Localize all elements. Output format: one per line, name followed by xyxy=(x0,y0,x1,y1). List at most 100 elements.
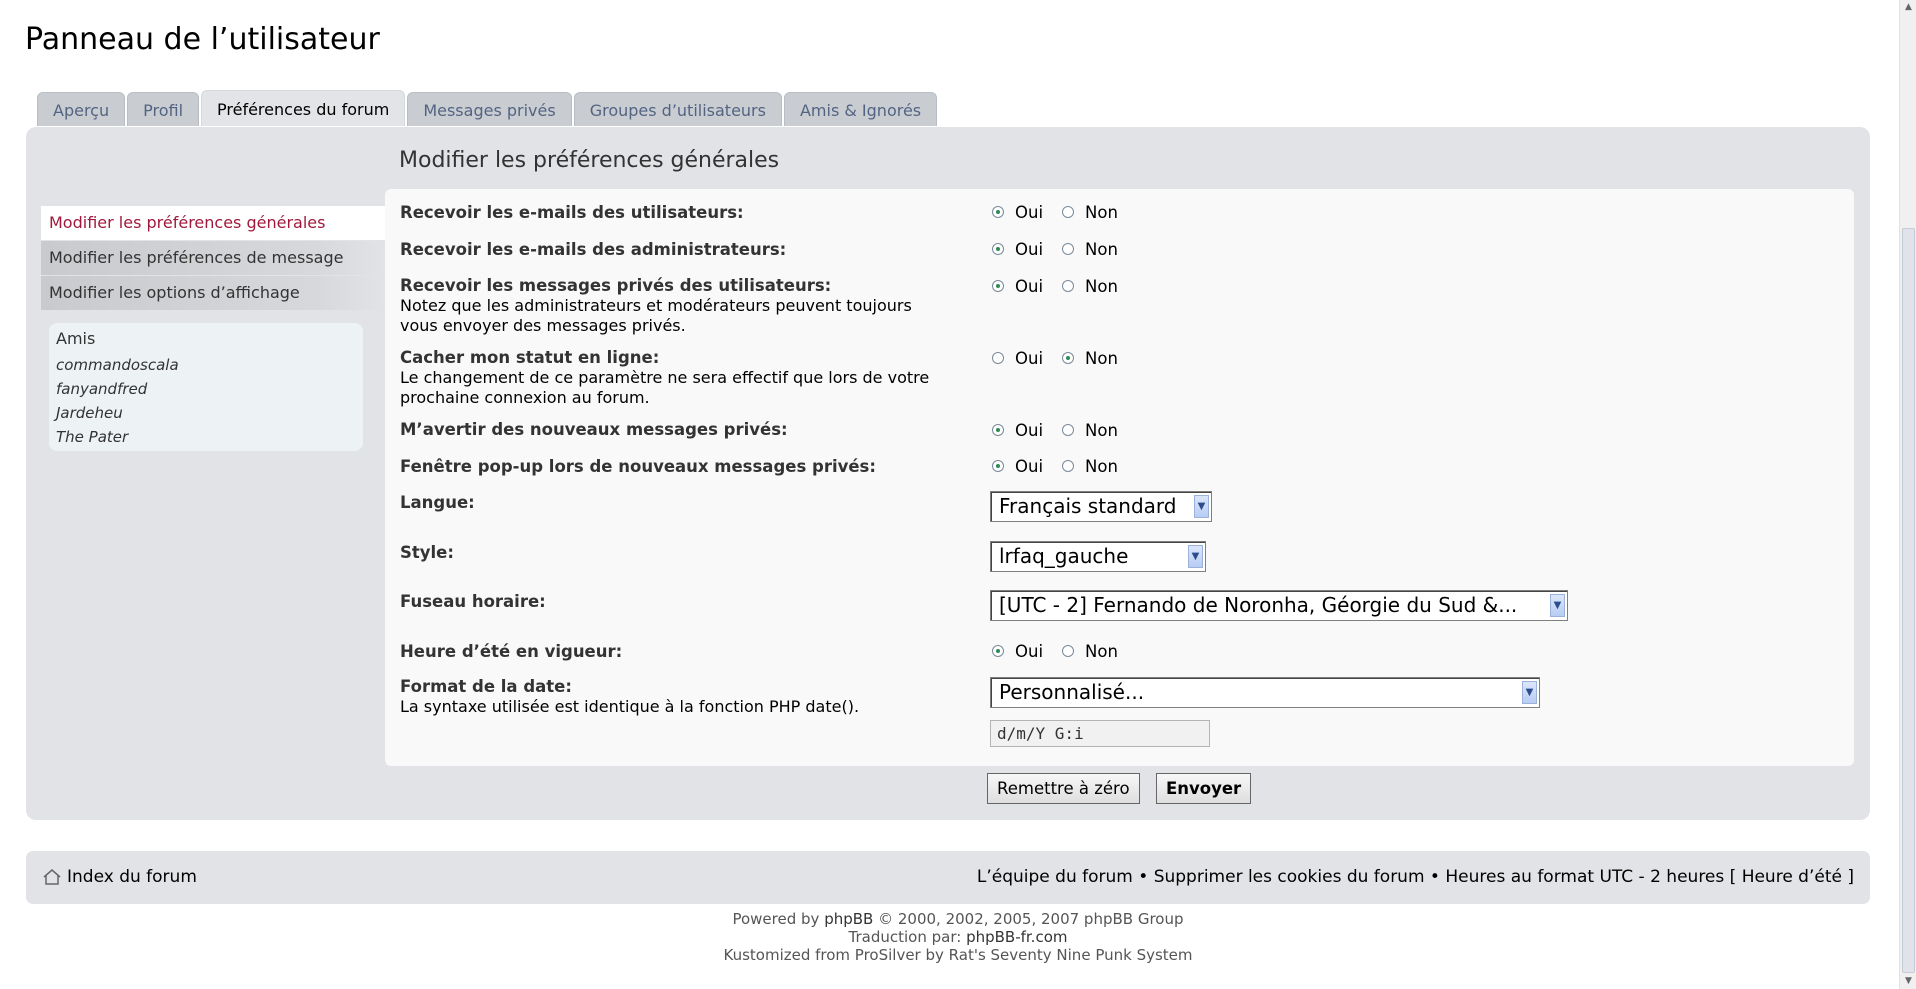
friend-link[interactable]: Jardeheu xyxy=(56,401,356,425)
language-select-value: Français standard xyxy=(999,494,1177,518)
radio-yes-label: Oui xyxy=(1015,456,1044,476)
translation-prefix: Traduction par: xyxy=(848,928,967,946)
tab-amis-ignores[interactable]: Amis & Ignorés xyxy=(783,92,938,126)
powered-prefix: Powered by xyxy=(732,910,825,928)
language-select[interactable]: Français standard ▼ xyxy=(990,491,1212,522)
radio-yes[interactable] xyxy=(992,424,1004,436)
tab-apercu[interactable]: Aperçu xyxy=(37,92,126,126)
timezone-select-value: [UTC - 2] Fernando de Noronha, Géorgie d… xyxy=(999,593,1518,617)
friends-title: Amis xyxy=(56,329,96,348)
label-receive-admin-emails: Recevoir les e-mails des administrateurs… xyxy=(400,240,787,259)
radio-yes-label: Oui xyxy=(1015,276,1044,296)
chevron-down-icon: ▼ xyxy=(1522,681,1537,704)
phpbb-fr-link[interactable]: phpBB-fr.com xyxy=(966,928,1067,946)
label-receive-user-emails: Recevoir les e-mails des utilisateurs: xyxy=(400,203,744,222)
radio-yes[interactable] xyxy=(992,352,1004,364)
radio-yes-label: Oui xyxy=(1015,202,1044,222)
delete-cookies-link[interactable]: Supprimer les cookies du forum xyxy=(1154,867,1425,887)
footer-links: L’équipe du forum • Supprimer les cookie… xyxy=(977,867,1854,887)
radio-yes[interactable] xyxy=(992,460,1004,472)
friend-link[interactable]: fanyandfred xyxy=(56,377,356,401)
sidebar-item-general-prefs[interactable]: Modifier les préférences générales xyxy=(41,206,385,240)
separator: • xyxy=(1132,867,1154,887)
tab-preferences[interactable]: Préférences du forum xyxy=(201,90,406,126)
radio-no-label: Non xyxy=(1085,641,1118,661)
radio-yes-label: Oui xyxy=(1015,348,1044,368)
explain-date-format: La syntaxe utilisée est identique à la f… xyxy=(400,697,860,716)
radio-yes[interactable] xyxy=(992,280,1004,292)
chevron-down-icon: ▼ xyxy=(1188,545,1203,568)
label-style: Style: xyxy=(400,543,454,562)
sidebar-nav: Modifier les préférences générales Modif… xyxy=(41,206,385,311)
home-link-label: Index du forum xyxy=(67,867,197,887)
style-select[interactable]: lrfaq_gauche ▼ xyxy=(990,541,1206,572)
radio-no[interactable] xyxy=(1062,352,1075,364)
tab-messages-prives[interactable]: Messages privés xyxy=(407,92,572,126)
vertical-scrollbar[interactable]: ▲ ▼ xyxy=(1899,0,1916,989)
radio-no[interactable] xyxy=(1062,280,1075,292)
date-format-input[interactable]: d/m/Y G:i xyxy=(990,720,1210,747)
tab-bar: Aperçu Profil Préférences du forum Messa… xyxy=(37,90,938,126)
style-select-value: lrfaq_gauche xyxy=(999,544,1129,568)
radio-no-label: Non xyxy=(1085,456,1118,476)
radio-no-label: Non xyxy=(1085,239,1118,259)
separator: • xyxy=(1424,867,1446,887)
explain-receive-pms-2: vous envoyer des messages privés. xyxy=(400,316,686,335)
section-title: Modifier les préférences générales xyxy=(399,148,780,173)
tab-groupes[interactable]: Groupes d’utilisateurs xyxy=(573,92,782,126)
timezone-select[interactable]: [UTC - 2] Fernando de Noronha, Géorgie d… xyxy=(990,590,1568,621)
radio-yes[interactable] xyxy=(992,243,1004,255)
radio-group-dst: Oui Non xyxy=(992,640,1118,662)
label-receive-pms: Recevoir les messages privés des utilisa… xyxy=(400,276,832,295)
home-link[interactable]: Index du forum xyxy=(42,867,197,887)
scroll-down-icon[interactable]: ▼ xyxy=(1901,974,1916,989)
copyright-line-2: Traduction par: phpBB-fr.com xyxy=(0,928,1916,946)
label-hide-online: Cacher mon statut en ligne: xyxy=(400,348,660,367)
label-dst: Heure d’été en vigueur: xyxy=(400,642,623,661)
reset-button[interactable]: Remettre à zéro xyxy=(987,773,1140,804)
radio-yes[interactable] xyxy=(992,645,1004,657)
label-date-format: Format de la date: xyxy=(400,677,572,696)
sidebar-item-display-options[interactable]: Modifier les options d’affichage xyxy=(41,276,385,310)
preferences-form: Recevoir les e-mails des utilisateurs: O… xyxy=(385,189,1854,766)
radio-group-admin-emails: Oui Non xyxy=(992,238,1118,260)
friend-link[interactable]: commandoscala xyxy=(56,353,356,377)
team-link[interactable]: L’équipe du forum xyxy=(977,867,1133,887)
radio-yes-label: Oui xyxy=(1015,420,1044,440)
scroll-thumb[interactable] xyxy=(1902,228,1915,973)
date-format-select-value: Personnalisé... xyxy=(999,680,1145,704)
sidebar-item-message-prefs[interactable]: Modifier les préférences de message xyxy=(41,241,385,275)
radio-yes-label: Oui xyxy=(1015,239,1044,259)
submit-button[interactable]: Envoyer xyxy=(1156,773,1252,804)
radio-group-notify-pm: Oui Non xyxy=(992,419,1118,441)
radio-no[interactable] xyxy=(1062,243,1075,255)
explain-hide-online-1: Le changement de ce paramètre ne sera ef… xyxy=(400,368,930,387)
page-title: Panneau de l’utilisateur xyxy=(25,22,380,57)
footer-navbar: Index du forum L’équipe du forum • Suppr… xyxy=(26,851,1870,904)
explain-receive-pms-1: Notez que les administrateurs et modérat… xyxy=(400,296,912,315)
radio-no[interactable] xyxy=(1062,645,1075,657)
radio-no-label: Non xyxy=(1085,348,1118,368)
chevron-down-icon: ▼ xyxy=(1194,495,1209,518)
radio-yes-label: Oui xyxy=(1015,641,1044,661)
radio-no-label: Non xyxy=(1085,202,1118,222)
chevron-down-icon: ▼ xyxy=(1550,594,1565,617)
explain-hide-online-2: prochaine connexion au forum. xyxy=(400,388,650,407)
phpbb-link[interactable]: phpBB xyxy=(824,910,873,928)
radio-group-hide-online: Oui Non xyxy=(992,347,1118,369)
tab-profil[interactable]: Profil xyxy=(127,92,200,126)
powered-suffix: © 2000, 2002, 2005, 2007 phpBB Group xyxy=(873,910,1184,928)
home-icon xyxy=(43,869,61,885)
label-popup-pm: Fenêtre pop-up lors de nouveaux messages… xyxy=(400,457,876,476)
date-format-select[interactable]: Personnalisé... ▼ xyxy=(990,677,1540,708)
radio-yes[interactable] xyxy=(992,206,1004,218)
radio-no[interactable] xyxy=(1062,460,1075,472)
copyright-line-1: Powered by phpBB © 2000, 2002, 2005, 200… xyxy=(0,910,1916,928)
radio-no[interactable] xyxy=(1062,424,1075,436)
scroll-up-icon[interactable]: ▲ xyxy=(1901,0,1916,15)
friend-link[interactable]: The Pater xyxy=(56,425,356,449)
radio-no-label: Non xyxy=(1085,276,1118,296)
radio-no-label: Non xyxy=(1085,420,1118,440)
radio-no[interactable] xyxy=(1062,206,1075,218)
copyright-line-3: Kustomized from ProSilver by Rat's Seven… xyxy=(723,946,1193,964)
